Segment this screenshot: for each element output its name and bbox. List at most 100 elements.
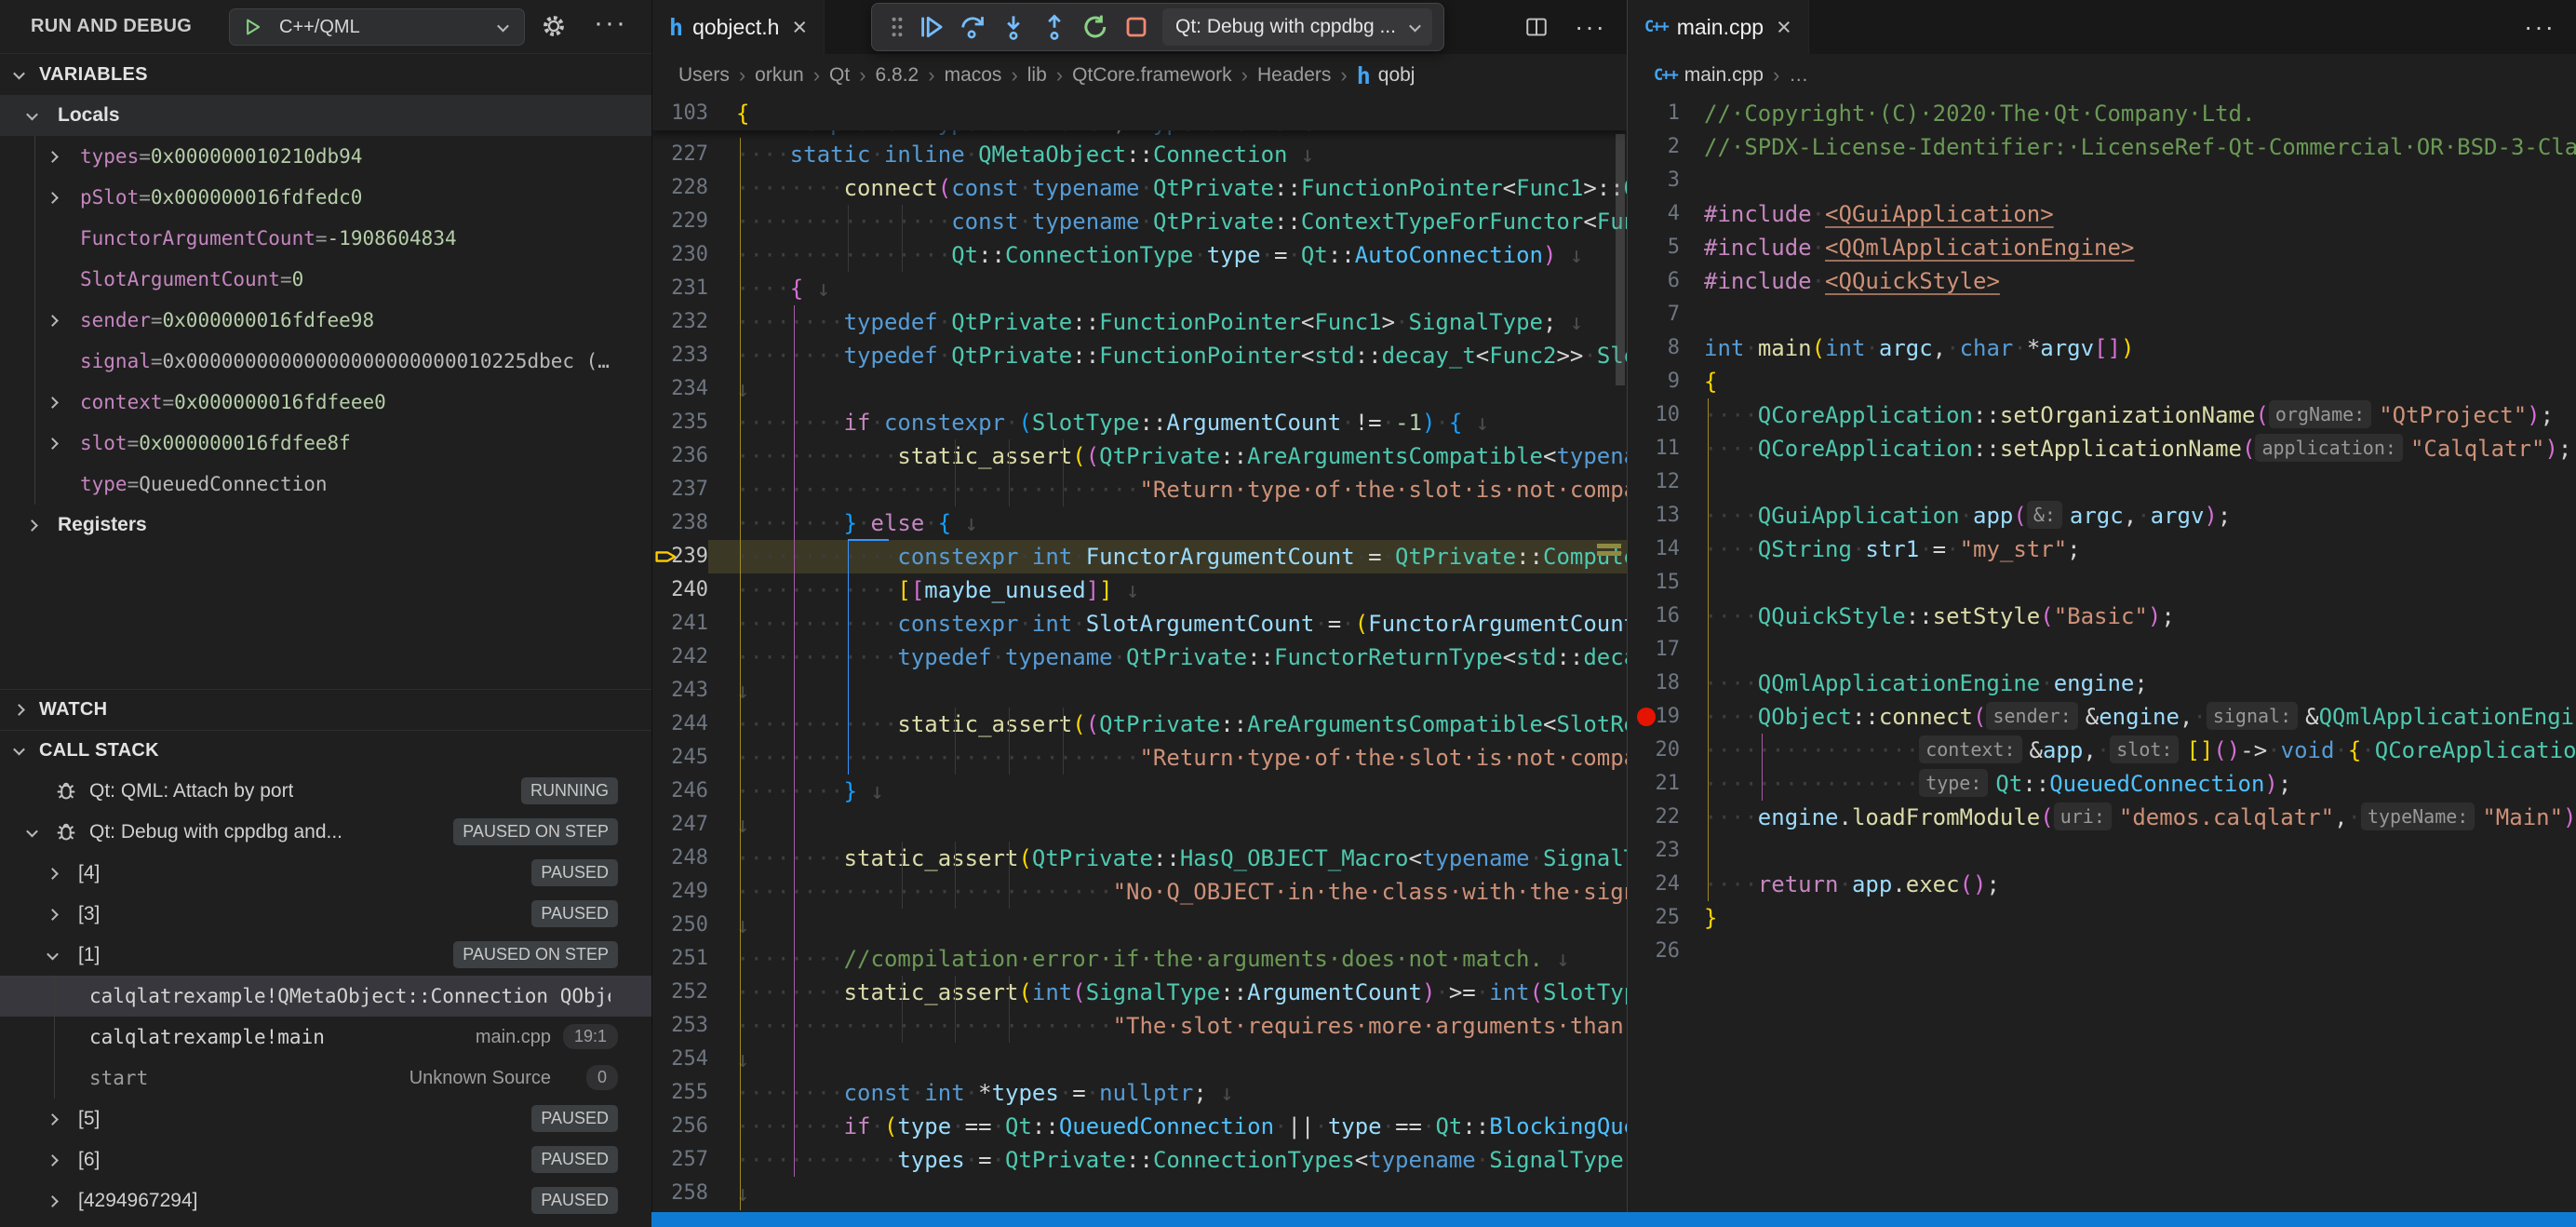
line-number[interactable]: 230 xyxy=(652,238,708,272)
line-number[interactable]: 26 xyxy=(1628,935,1680,968)
more-actions-icon[interactable]: ··· xyxy=(2524,12,2556,42)
launch-config-dropdown[interactable]: C++/QML xyxy=(229,8,525,46)
code-line[interactable]: 246········} ↓ xyxy=(652,775,1627,808)
breakpoint-icon[interactable] xyxy=(1637,708,1656,726)
split-editor-icon[interactable] xyxy=(1524,15,1549,39)
line-number[interactable]: 257 xyxy=(652,1143,708,1177)
line-number[interactable]: 238 xyxy=(652,506,708,540)
code-line[interactable]: 24····return·app.exec(); xyxy=(1628,868,2576,901)
line-number[interactable]: 246 xyxy=(652,775,708,808)
code-editor-main[interactable]: 1//·Copyright·(C)·2020·The·Qt·Company·Lt… xyxy=(1628,97,2576,1212)
code-line[interactable]: 229················const·typename·QtPriv… xyxy=(652,205,1627,238)
chevron-right-icon[interactable] xyxy=(47,868,59,880)
code-line[interactable]: 19····QObject::connect(sender:&engine,·s… xyxy=(1628,700,2576,734)
line-number[interactable]: 17 xyxy=(1628,633,1680,667)
line-number[interactable]: 242 xyxy=(652,640,708,674)
line-number[interactable]: 253 xyxy=(652,1009,708,1043)
line-number[interactable]: 241 xyxy=(652,607,708,640)
code-line[interactable]: 250↓ xyxy=(652,909,1627,942)
line-number[interactable]: 232 xyxy=(652,305,708,339)
code-line[interactable]: 256········if·(type·==·Qt::QueuedConnect… xyxy=(652,1110,1627,1143)
line-number[interactable]: 237 xyxy=(652,473,708,506)
line-number[interactable]: 6 xyxy=(1628,264,1680,298)
step-out-button[interactable] xyxy=(1034,8,1075,46)
line-number[interactable]: 18 xyxy=(1628,667,1680,700)
line-number[interactable]: 22 xyxy=(1628,801,1680,834)
code-line[interactable]: 5#include·<QQmlApplicationEngine> xyxy=(1628,231,2576,264)
code-line[interactable]: 236············static_assert((QtPrivate:… xyxy=(652,439,1627,473)
code-line[interactable]: 245······························"Return… xyxy=(652,741,1627,775)
line-number[interactable]: 251 xyxy=(652,942,708,976)
line-number[interactable]: 255 xyxy=(652,1076,708,1110)
code-line[interactable]: 8int·main(int·argc,·char·*argv[]) xyxy=(1628,331,2576,365)
code-line[interactable]: 12 xyxy=(1628,465,2576,499)
line-number[interactable]: 1 xyxy=(1628,97,1680,130)
code-line[interactable]: 237······························"Return… xyxy=(652,473,1627,506)
watch-section-header[interactable]: WATCH xyxy=(0,689,651,730)
gripper-icon[interactable] xyxy=(883,8,911,46)
line-number[interactable]: 21 xyxy=(1628,767,1680,801)
code-line[interactable]: 7 xyxy=(1628,298,2576,331)
variable-row[interactable]: SlotArgumentCount = 0 xyxy=(0,259,651,300)
call-stack-row-thread[interactable]: [6]PAUSED xyxy=(0,1139,651,1180)
code-line[interactable]: 234↓ xyxy=(652,372,1627,406)
variable-row[interactable]: FunctorArgumentCount = -1908604834 xyxy=(0,218,651,259)
code-line[interactable]: 253····························"The·slot… xyxy=(652,1009,1627,1043)
code-line[interactable]: 13····QGuiApplication·app(&:argc,·argv); xyxy=(1628,499,2576,533)
call-stack-section-header[interactable]: CALL STACK xyxy=(0,730,651,771)
line-number[interactable]: 103 xyxy=(652,97,708,130)
chevron-right-icon[interactable] xyxy=(47,1195,59,1207)
chevron-right-icon[interactable] xyxy=(47,438,59,450)
more-actions-icon[interactable]: ··· xyxy=(1575,12,1606,42)
line-number[interactable]: 233 xyxy=(652,339,708,372)
code-line[interactable]: 16····QQuickStyle::setStyle("Basic"); xyxy=(1628,600,2576,633)
line-number[interactable]: 16 xyxy=(1628,600,1680,633)
code-line[interactable]: 103{ xyxy=(652,97,1627,130)
code-line[interactable]: 247↓ xyxy=(652,808,1627,842)
code-line[interactable]: 11····QCoreApplication::setApplicationNa… xyxy=(1628,432,2576,465)
line-number[interactable]: 244 xyxy=(652,708,708,741)
start-debugging-icon[interactable] xyxy=(242,17,262,37)
line-number[interactable]: 229 xyxy=(652,205,708,238)
sticky-scroll-line[interactable]: 103{ xyxy=(652,97,1627,130)
code-line[interactable]: 228········connect(const·typename·QtPriv… xyxy=(652,171,1627,205)
line-number[interactable]: 15 xyxy=(1628,566,1680,600)
breadcrumb-item[interactable]: … xyxy=(1789,64,1808,87)
call-stack-row-frame[interactable]: startUnknown Source0 xyxy=(0,1058,651,1099)
chevron-right-icon[interactable] xyxy=(47,397,59,409)
code-line[interactable]: 233········typedef·QtPrivate::FunctionPo… xyxy=(652,339,1627,372)
line-number[interactable]: 245 xyxy=(652,741,708,775)
code-line[interactable]: ····template·<typename·Func1,·typename·F… xyxy=(652,130,1627,138)
line-number[interactable]: 5 xyxy=(1628,231,1680,264)
call-stack-row-thread[interactable]: [4294967294]PAUSED xyxy=(0,1180,651,1221)
line-number[interactable]: 234 xyxy=(652,372,708,406)
code-line[interactable]: 6#include·<QQuickStyle> xyxy=(1628,264,2576,298)
code-line[interactable]: 26 xyxy=(1628,935,2576,968)
code-line[interactable]: 9{ xyxy=(1628,365,2576,398)
variable-row[interactable]: type = QueuedConnection xyxy=(0,464,651,505)
stop-button[interactable] xyxy=(1116,8,1157,46)
chevron-right-icon[interactable] xyxy=(47,151,59,163)
line-number[interactable]: 235 xyxy=(652,406,708,439)
line-number[interactable]: 227 xyxy=(652,138,708,171)
close-icon[interactable]: × xyxy=(792,15,807,40)
line-number[interactable]: 254 xyxy=(652,1043,708,1076)
line-number[interactable]: 20 xyxy=(1628,734,1680,767)
breadcrumb-item[interactable]: Users xyxy=(678,64,730,87)
chevron-down-icon[interactable] xyxy=(26,825,38,837)
scope-row-locals[interactable]: Locals xyxy=(0,95,651,136)
tab-main-cpp[interactable]: C++ main.cpp × xyxy=(1628,0,1809,54)
line-number[interactable]: 243 xyxy=(652,674,708,708)
code-line[interactable]: 21················type:Qt::QueuedConnect… xyxy=(1628,767,2576,801)
variable-row[interactable]: types = 0x000000010210db94 xyxy=(0,136,651,177)
line-number[interactable]: 236 xyxy=(652,439,708,473)
gear-icon[interactable] xyxy=(542,14,566,38)
call-stack-row-thread[interactable]: [4]PAUSED xyxy=(0,853,651,894)
breadcrumb-item[interactable]: QtCore.framework xyxy=(1072,64,1232,87)
call-stack-row-frame[interactable]: calqlatrexample!mainmain.cpp19:1 xyxy=(0,1017,651,1058)
code-line[interactable]: 239············constexpr·int·FunctorArgu… xyxy=(652,540,1627,573)
line-number[interactable]: 248 xyxy=(652,842,708,875)
chevron-right-icon[interactable] xyxy=(47,315,59,327)
registers-row[interactable]: Registers xyxy=(0,505,651,546)
line-number[interactable]: 10 xyxy=(1628,398,1680,432)
